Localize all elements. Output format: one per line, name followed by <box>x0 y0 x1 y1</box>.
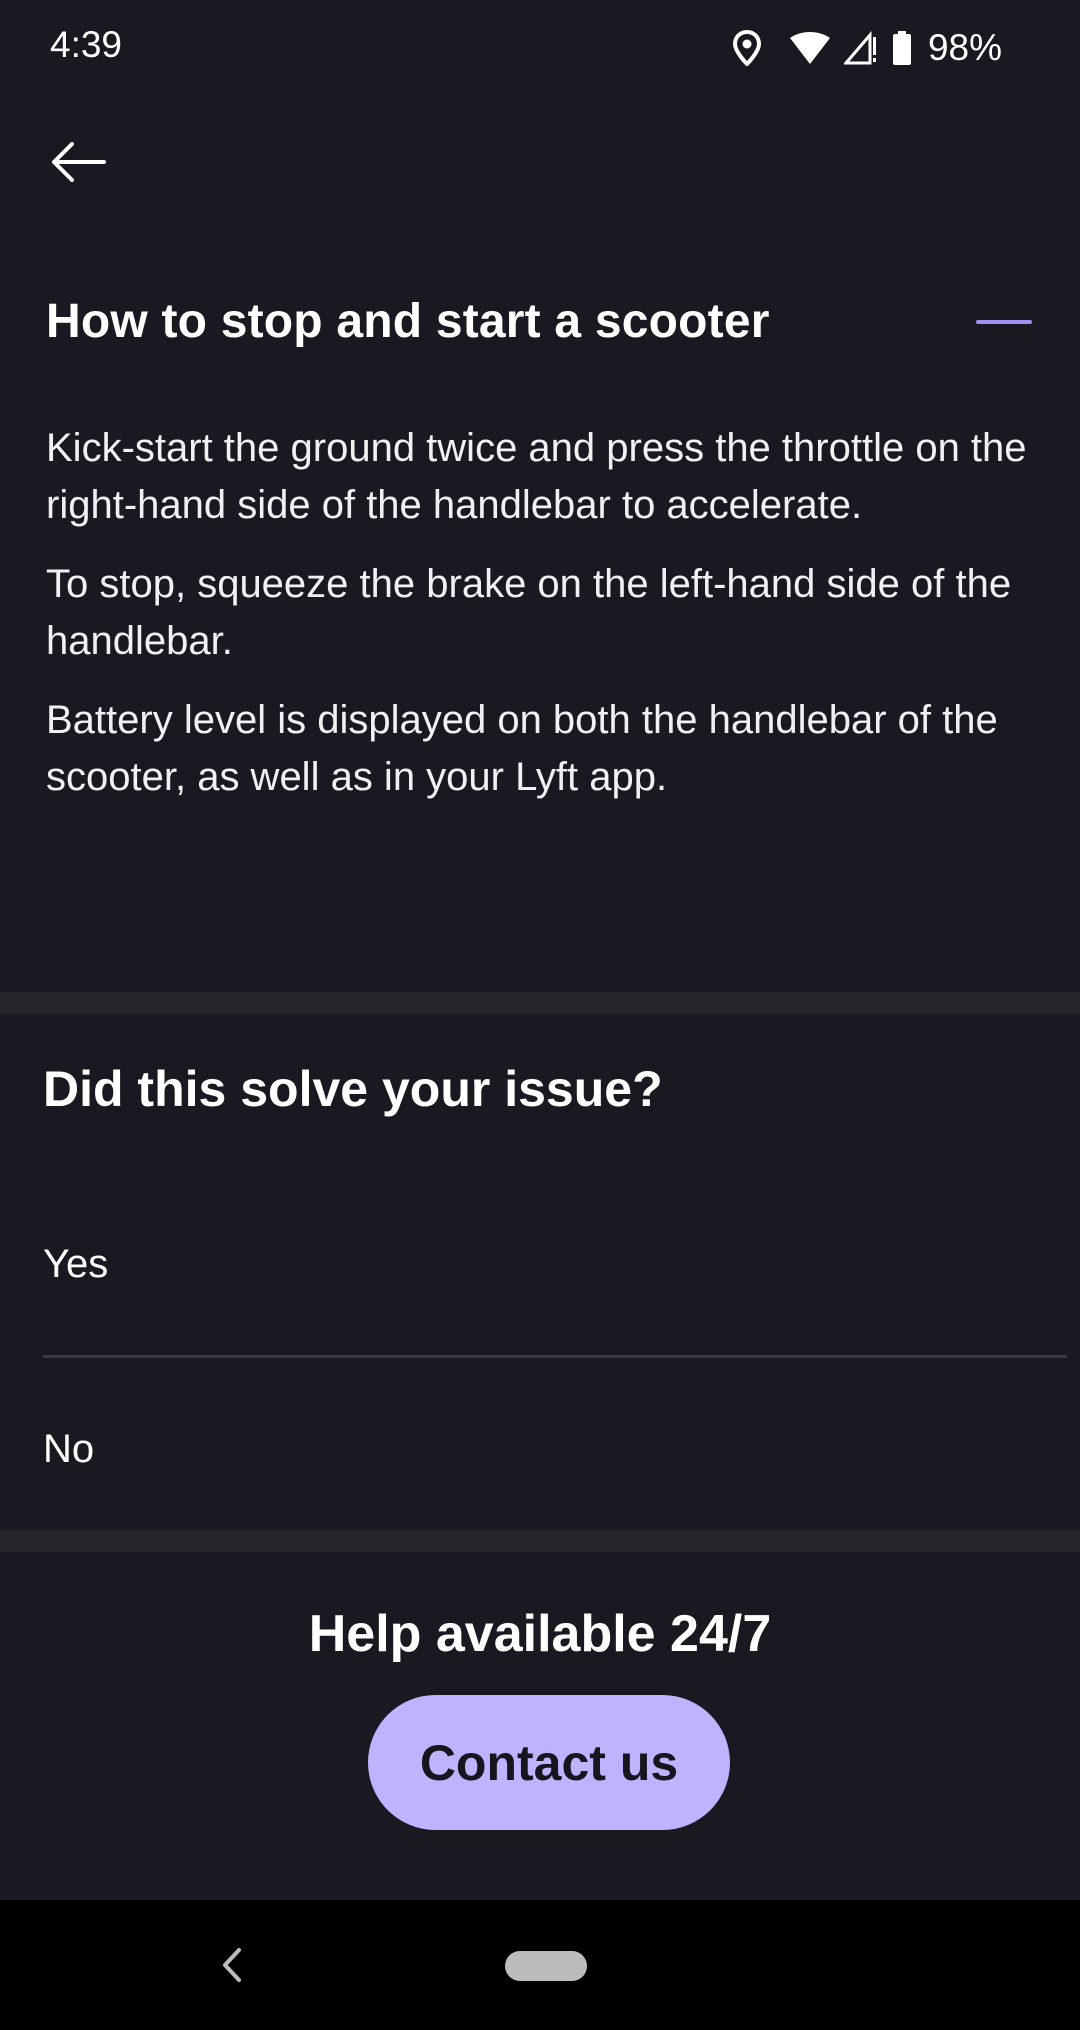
feedback-question: Did this solve your issue? <box>43 1061 663 1117</box>
chevron-left-icon <box>223 1948 241 1982</box>
feedback-option-no[interactable]: No <box>0 1385 1080 1515</box>
faq-header[interactable]: How to stop and start a scooter <box>0 270 1080 376</box>
contact-us-button[interactable]: Contact us <box>368 1695 730 1830</box>
section-divider <box>0 992 1080 1014</box>
collapse-icon[interactable] <box>976 320 1032 324</box>
status-icons: 98% <box>732 24 1002 72</box>
faq-paragraph: Kick-start the ground twice and press th… <box>46 426 1027 527</box>
battery-percent: 98% <box>927 27 1002 68</box>
faq-title: How to stop and start a scooter <box>46 295 770 348</box>
faq-paragraph: To stop, squeeze the brake on the left-h… <box>46 562 1012 663</box>
signal-icon <box>843 31 878 65</box>
system-back-button[interactable] <box>212 1940 252 1990</box>
status-bar: 4:39 98% <box>0 0 1080 96</box>
section-divider <box>0 1530 1080 1552</box>
option-label: Yes <box>43 1242 109 1286</box>
back-button[interactable] <box>40 132 116 192</box>
status-time: 4:39 <box>50 24 123 65</box>
feedback-option-yes[interactable]: Yes <box>0 1200 1080 1330</box>
system-home-pill[interactable] <box>505 1951 587 1981</box>
wifi-icon <box>789 32 830 64</box>
row-divider <box>43 1355 1067 1358</box>
battery-icon <box>892 31 912 65</box>
option-label: No <box>43 1427 95 1471</box>
location-icon <box>732 30 762 66</box>
faq-answer: Kick-start the ground twice and press th… <box>46 420 1046 828</box>
faq-paragraph: Battery level is displayed on both the h… <box>46 698 998 799</box>
system-nav-bar <box>0 1900 1080 2030</box>
help-title: Help available 24/7 <box>308 1605 772 1663</box>
arrow-left-icon <box>52 142 106 182</box>
